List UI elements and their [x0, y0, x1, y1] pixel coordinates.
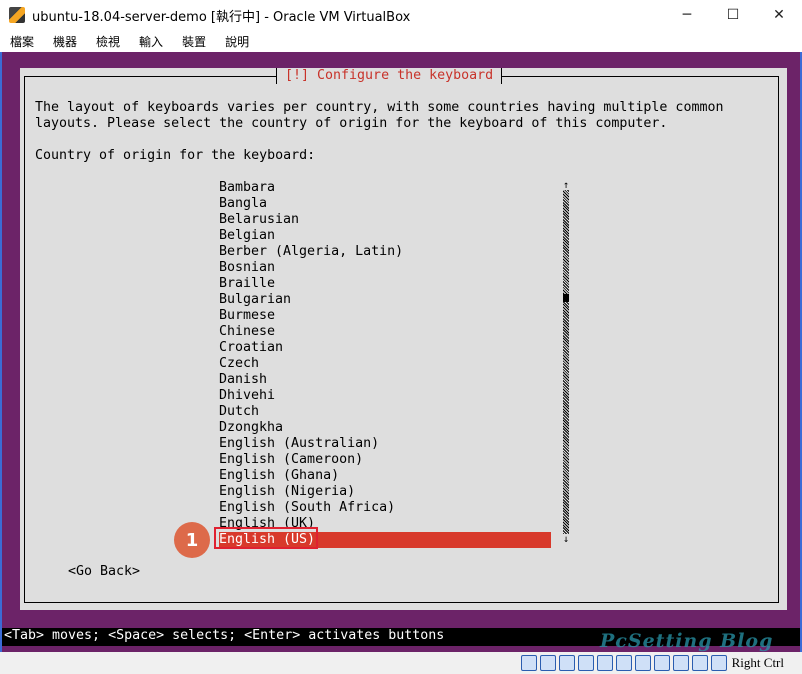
list-item[interactable]: Dhivehi [219, 388, 551, 404]
highlight-box [214, 527, 318, 549]
optical-disk-icon[interactable] [539, 655, 556, 671]
step-badge: 1 [174, 522, 210, 558]
hard-disk-icon[interactable] [520, 655, 537, 671]
list-item[interactable]: English (Nigeria) [219, 484, 551, 500]
dialog-title: [!] Configure the keyboard [276, 68, 503, 84]
audio-icon[interactable] [558, 655, 575, 671]
country-label: Country of origin for the keyboard: [35, 148, 316, 163]
menu-help[interactable]: 說明 [225, 33, 249, 50]
scroll-thumb[interactable] [563, 294, 569, 302]
list-item[interactable]: Belarusian [219, 212, 551, 228]
list-item[interactable]: Dzongkha [219, 420, 551, 436]
mouse-integration-icon[interactable] [691, 655, 708, 671]
list-item[interactable]: Belgian [219, 228, 551, 244]
list-item[interactable]: Bosnian [219, 260, 551, 276]
list-item[interactable]: Croatian [219, 340, 551, 356]
watermark: PcSetting Blog [600, 630, 774, 652]
menu-bar: 檔案 機器 檢視 輸入 裝置 說明 [0, 30, 802, 52]
vm-screen[interactable]: [!] Configure the keyboard The layout of… [0, 52, 802, 652]
snapshot-icon[interactable] [653, 655, 670, 671]
menu-file[interactable]: 檔案 [10, 33, 34, 50]
keyboard-dialog: [!] Configure the keyboard The layout of… [20, 68, 787, 610]
network-icon[interactable] [577, 655, 594, 671]
status-bar: Right Ctrl [0, 652, 802, 674]
go-back-button[interactable]: <Go Back> [68, 564, 140, 580]
country-list[interactable]: Bambara Bangla Belarusian Belgian Berber (Al… [219, 180, 551, 548]
virtualbox-icon [9, 7, 25, 23]
scroll-down-icon[interactable]: ↓ [562, 532, 570, 548]
list-item[interactable]: Chinese [219, 324, 551, 340]
list-item[interactable]: Bambara [219, 180, 551, 196]
scrollbar[interactable]: ↑ ↓ [562, 180, 570, 548]
cpu-icon[interactable] [672, 655, 689, 671]
minimize-button[interactable]: ─ [664, 0, 710, 30]
close-button[interactable]: ✕ [756, 0, 802, 30]
menu-devices[interactable]: 裝置 [182, 33, 206, 50]
shared-folder-icon[interactable] [615, 655, 632, 671]
list-item[interactable]: Bangla [219, 196, 551, 212]
usb-icon[interactable] [596, 655, 613, 671]
keyboard-capture-icon[interactable] [710, 655, 727, 671]
list-item[interactable]: Burmese [219, 308, 551, 324]
list-item[interactable]: English (Cameroon) [219, 452, 551, 468]
list-item[interactable]: English (Australian) [219, 436, 551, 452]
list-item[interactable]: English (Ghana) [219, 468, 551, 484]
display-icon[interactable] [634, 655, 651, 671]
dialog-intro: The layout of keyboards varies per count… [35, 100, 724, 131]
maximize-button[interactable]: ☐ [710, 0, 756, 30]
list-item[interactable]: Berber (Algeria, Latin) [219, 244, 551, 260]
window-title: ubuntu-18.04-server-demo [執行中] - Oracle … [32, 9, 411, 25]
list-item[interactable]: English (South Africa) [219, 500, 551, 516]
scroll-track[interactable] [563, 190, 569, 534]
list-item[interactable]: Dutch [219, 404, 551, 420]
title-bar: ubuntu-18.04-server-demo [執行中] - Oracle … [0, 0, 802, 30]
host-key-label: Right Ctrl [731, 655, 784, 670]
menu-view[interactable]: 檢視 [96, 33, 120, 50]
list-item[interactable]: Bulgarian [219, 292, 551, 308]
list-item[interactable]: Czech [219, 356, 551, 372]
menu-machine[interactable]: 機器 [53, 33, 77, 50]
list-item[interactable]: Braille [219, 276, 551, 292]
list-item[interactable]: Danish [219, 372, 551, 388]
menu-input[interactable]: 輸入 [139, 33, 163, 50]
